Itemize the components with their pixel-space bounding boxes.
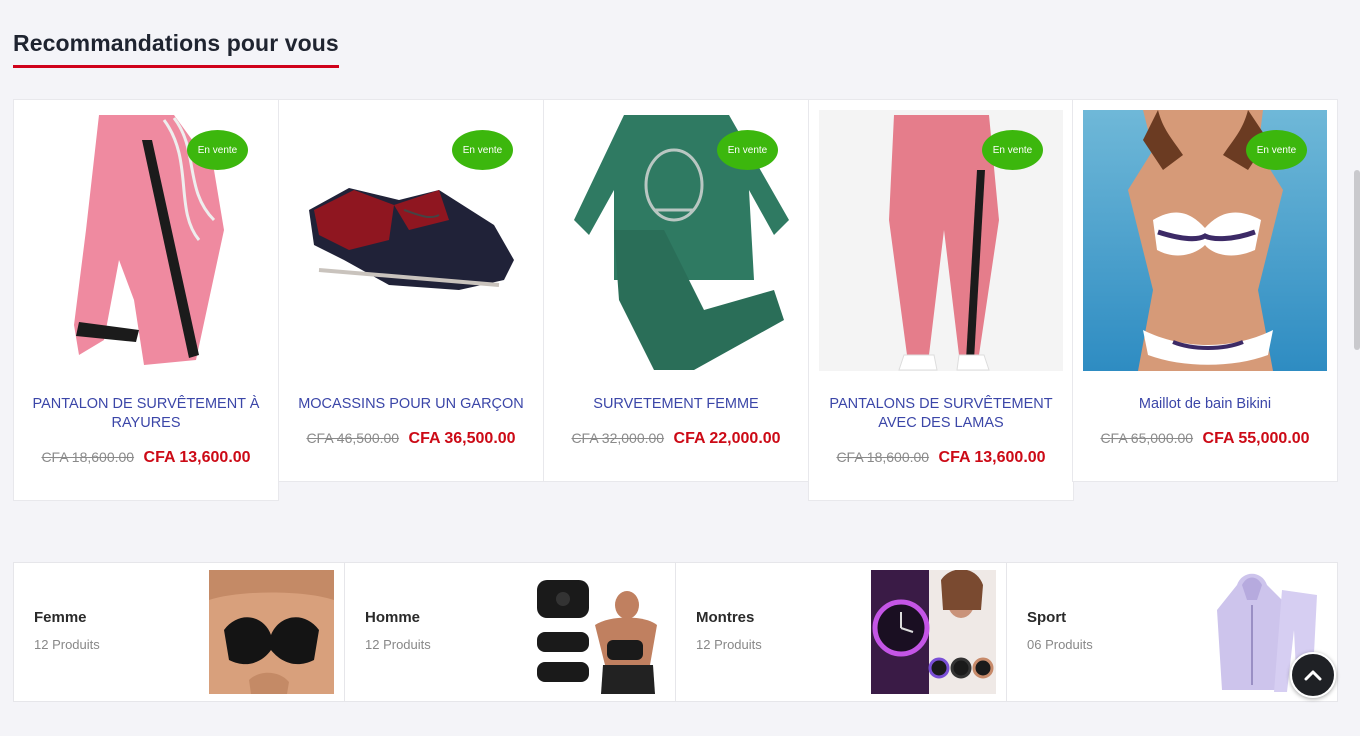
bra-photo-image xyxy=(209,570,334,694)
price-row: CFA 65,000.00 CFA 55,000.00 xyxy=(1073,430,1337,448)
category-name[interactable]: Sport xyxy=(1027,609,1066,626)
price-row: CFA 32,000.00 CFA 22,000.00 xyxy=(544,430,808,448)
chevron-up-icon xyxy=(1304,670,1322,681)
category-name[interactable]: Homme xyxy=(365,609,420,626)
product-image[interactable]: En vente xyxy=(289,110,533,371)
product-card[interactable]: En vente SURVETEMENT FEMME CFA 32,000.00… xyxy=(543,99,809,482)
category-name[interactable]: Femme xyxy=(34,609,87,626)
product-image[interactable]: En vente xyxy=(24,110,268,371)
sale-price: CFA 13,600.00 xyxy=(938,449,1046,466)
product-name-link[interactable]: PANTALONS DE SURVÊTEMENT AVEC DES LAMAS xyxy=(821,395,1061,433)
sale-price: CFA 13,600.00 xyxy=(143,449,251,466)
sale-badge: En vente xyxy=(717,130,778,170)
product-image[interactable]: En vente xyxy=(1083,110,1327,371)
category-image[interactable] xyxy=(871,570,996,694)
category-name[interactable]: Montres xyxy=(696,609,754,626)
sale-badge: En vente xyxy=(982,130,1043,170)
product-image[interactable]: En vente xyxy=(554,110,798,371)
old-price: CFA 18,600.00 xyxy=(836,449,930,465)
old-price: CFA 46,500.00 xyxy=(306,430,400,446)
category-image[interactable] xyxy=(209,570,334,694)
old-price: CFA 65,000.00 xyxy=(1100,430,1194,446)
sale-badge: En vente xyxy=(187,130,248,170)
category-banner-row: Femme 12 Produits Homme 12 Produits Mont… xyxy=(13,562,1338,702)
sale-price: CFA 36,500.00 xyxy=(408,430,516,447)
category-card-sport[interactable]: Sport 06 Produits xyxy=(1006,562,1338,702)
section-title: Recommandations pour vous xyxy=(13,30,339,68)
sale-price: CFA 22,000.00 xyxy=(673,430,781,447)
category-count: 12 Produits xyxy=(696,637,762,652)
page-scrollbar[interactable] xyxy=(1354,170,1360,350)
category-count: 06 Produits xyxy=(1027,637,1093,652)
sale-price: CFA 55,000.00 xyxy=(1202,430,1310,447)
category-image[interactable] xyxy=(535,570,660,694)
price-row: CFA 18,600.00 CFA 13,600.00 xyxy=(14,449,278,467)
old-price: CFA 32,000.00 xyxy=(571,430,665,446)
product-card[interactable]: En vente MOCASSINS POUR UN GARÇON CFA 46… xyxy=(278,99,544,482)
old-price: CFA 18,600.00 xyxy=(41,449,135,465)
product-name-link[interactable]: PANTALON DE SURVÊTEMENT À RAYURES xyxy=(26,395,266,433)
product-card[interactable]: En vente PANTALON DE SURVÊTEMENT À RAYUR… xyxy=(13,99,279,501)
category-card-femme[interactable]: Femme 12 Produits xyxy=(13,562,345,702)
product-name-link[interactable]: Maillot de bain Bikini xyxy=(1085,395,1325,414)
sale-badge: En vente xyxy=(452,130,513,170)
product-card[interactable]: En vente Maillot de bain Bikini CFA 65,0… xyxy=(1072,99,1338,482)
product-carousel: En vente PANTALON DE SURVÊTEMENT À RAYUR… xyxy=(13,99,1338,501)
ems-trainer-photo-image xyxy=(535,570,660,694)
price-row: CFA 18,600.00 CFA 13,600.00 xyxy=(809,449,1073,467)
product-name-link[interactable]: SURVETEMENT FEMME xyxy=(556,395,796,414)
sale-badge: En vente xyxy=(1246,130,1307,170)
product-image[interactable]: En vente xyxy=(819,110,1063,371)
category-card-homme[interactable]: Homme 12 Produits xyxy=(344,562,676,702)
category-count: 12 Produits xyxy=(34,637,100,652)
product-name-link[interactable]: MOCASSINS POUR UN GARÇON xyxy=(291,395,531,414)
price-row: CFA 46,500.00 CFA 36,500.00 xyxy=(279,430,543,448)
scroll-to-top-button[interactable] xyxy=(1290,652,1336,698)
product-card[interactable]: En vente PANTALONS DE SURVÊTEMENT AVEC D… xyxy=(808,99,1074,501)
category-card-montres[interactable]: Montres 12 Produits xyxy=(675,562,1007,702)
watches-photo-image xyxy=(871,570,996,694)
category-count: 12 Produits xyxy=(365,637,431,652)
